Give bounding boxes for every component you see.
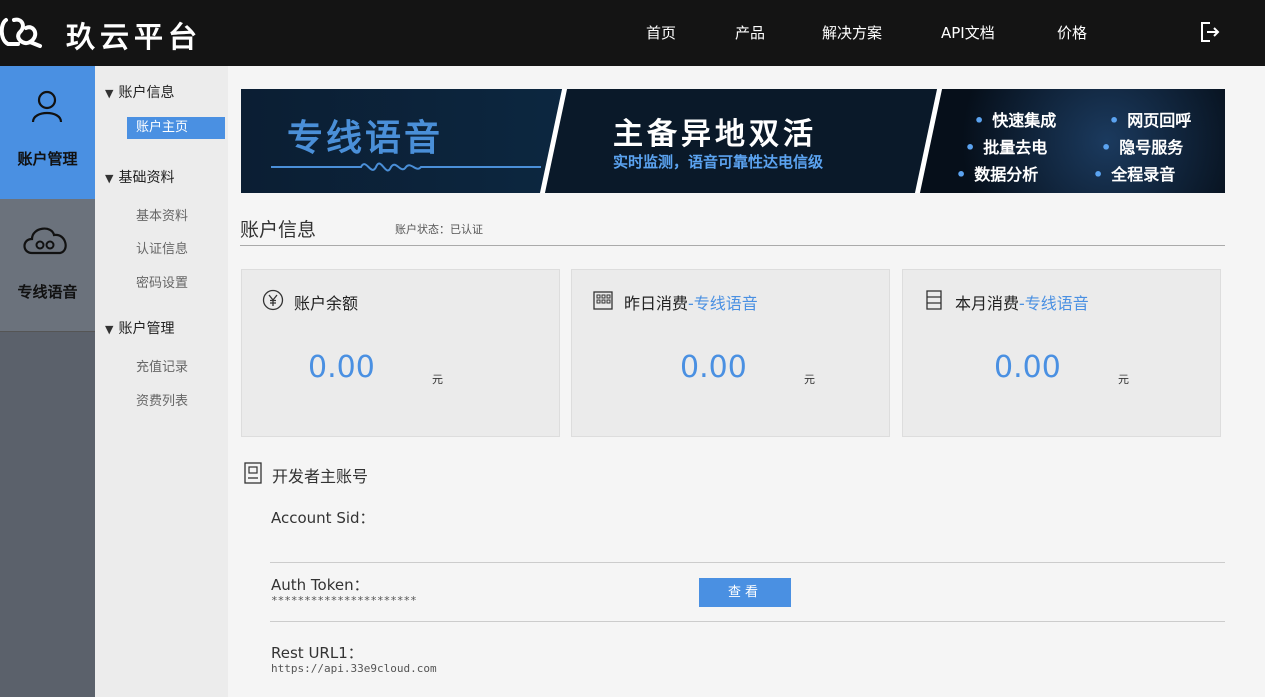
page-title: 账户信息 [240, 219, 317, 241]
yesterday-spend-card: 昨日消费-专线语音 0.00 元 [571, 269, 890, 437]
sidebar-item-label: 账户管理 [17, 150, 78, 168]
submenu-item-recharge-records[interactable]: 充值记录 [136, 356, 188, 375]
card-title-suffix: -专线语音 [1019, 294, 1089, 313]
rest-url-value: https://api.33e9cloud.com [271, 662, 437, 675]
submenu-item-password[interactable]: 密码设置 [136, 272, 188, 291]
card-title: 账户余额 [294, 290, 358, 314]
submenu-item-account-home[interactable]: 账户主页 [127, 117, 225, 139]
sound-wave-icon [271, 162, 541, 172]
banner-mid-title: 主备异地双活 [613, 117, 817, 152]
submenu-group-basic-info[interactable]: ▼ 基础资料 [105, 167, 174, 187]
icon-sidebar: 账户管理 专线语音 [0, 66, 95, 697]
banner-feature: 数据分析 [956, 161, 1038, 185]
sidebar-item-dedicated-voice[interactable]: 专线语音 [0, 199, 95, 332]
brand-name[interactable]: 玖云平台 [66, 14, 202, 56]
caret-down-icon: ▼ [105, 87, 114, 100]
nav-pricing[interactable]: 价格 [1057, 22, 1087, 43]
card-unit: 元 [804, 373, 815, 386]
sidebar-item-label: 专线语音 [17, 283, 78, 301]
submenu-item-verification[interactable]: 认证信息 [136, 238, 188, 257]
nav-api-docs[interactable]: API文档 [941, 22, 995, 43]
card-unit: 元 [432, 373, 443, 386]
auth-token-label: Auth Token： [271, 576, 369, 594]
card-value: 0.00 [308, 350, 375, 385]
card-title: 本月消费-专线语音 [955, 290, 1089, 314]
divider [270, 562, 1225, 563]
submenu-item-pricing-list[interactable]: 资费列表 [136, 390, 188, 409]
yen-icon [262, 289, 284, 311]
top-bar: 玖云平台 首页 产品 解决方案 API文档 价格 [0, 0, 1265, 66]
sidebar-item-account-management[interactable]: 账户管理 [0, 66, 95, 199]
nav-home[interactable]: 首页 [646, 22, 676, 43]
card-title-suffix: -专线语音 [688, 294, 758, 313]
card-title: 昨日消费-专线语音 [624, 290, 758, 314]
card-value: 0.00 [680, 350, 747, 385]
caret-down-icon: ▼ [105, 172, 114, 185]
cloud-icon [23, 227, 67, 255]
submenu-group-account-management[interactable]: ▼ 账户管理 [105, 318, 174, 338]
card-unit: 元 [1118, 373, 1129, 386]
banner-feature: 批量去电 [965, 134, 1047, 158]
promo-banner[interactable]: 专线语音 主备异地双活 实时监测，语音可靠性达电信级 快速集成 网页回呼 批量去… [241, 89, 1225, 193]
sub-menu: ▼ 账户信息 账户主页 ▼ 基础资料 基本资料 认证信息 密码设置 ▼ 账户管理 充值… [95, 66, 228, 697]
card-title-text: 账户余额 [294, 294, 359, 313]
list-icon [926, 290, 942, 310]
banner-mid-subtitle: 实时监测，语音可靠性达电信级 [613, 153, 824, 171]
account-status: 账户状态：已认证 [395, 223, 483, 236]
document-icon [244, 462, 262, 484]
card-title-text: 本月消费 [955, 294, 1020, 313]
submenu-group-label: 基础资料 [118, 170, 175, 186]
card-title-text: 昨日消费 [624, 294, 689, 313]
view-token-button[interactable]: 查看 [699, 578, 791, 607]
divider [270, 621, 1225, 622]
calendar-icon [593, 291, 613, 310]
logo-icon[interactable] [0, 12, 48, 52]
nav-solutions[interactable]: 解决方案 [822, 22, 882, 43]
card-value: 0.00 [994, 350, 1061, 385]
banner-feature: 快速集成 [974, 107, 1056, 131]
banner-feature: 全程录音 [1093, 161, 1175, 185]
balance-card: 账户余额 0.00 元 [241, 269, 560, 437]
banner-feature: 隐号服务 [1101, 134, 1183, 158]
logout-icon[interactable] [1196, 19, 1222, 45]
monthly-spend-card: 本月消费-专线语音 0.00 元 [902, 269, 1221, 437]
submenu-group-label: 账户管理 [118, 321, 175, 337]
divider [240, 245, 1225, 246]
rest-url-label: Rest URL1： [271, 644, 363, 662]
caret-down-icon: ▼ [105, 323, 114, 336]
account-sid-label: Account Sid： [271, 509, 375, 527]
submenu-group-account-info[interactable]: ▼ 账户信息 [105, 82, 174, 102]
nav-products[interactable]: 产品 [735, 22, 765, 43]
banner-feature: 网页回呼 [1109, 107, 1191, 131]
user-icon [31, 90, 63, 123]
submenu-group-label: 账户信息 [118, 85, 175, 101]
developer-section-title: 开发者主账号 [272, 467, 369, 486]
auth-token-value: ********************** [271, 594, 417, 607]
submenu-item-basic-profile[interactable]: 基本资料 [136, 205, 188, 224]
